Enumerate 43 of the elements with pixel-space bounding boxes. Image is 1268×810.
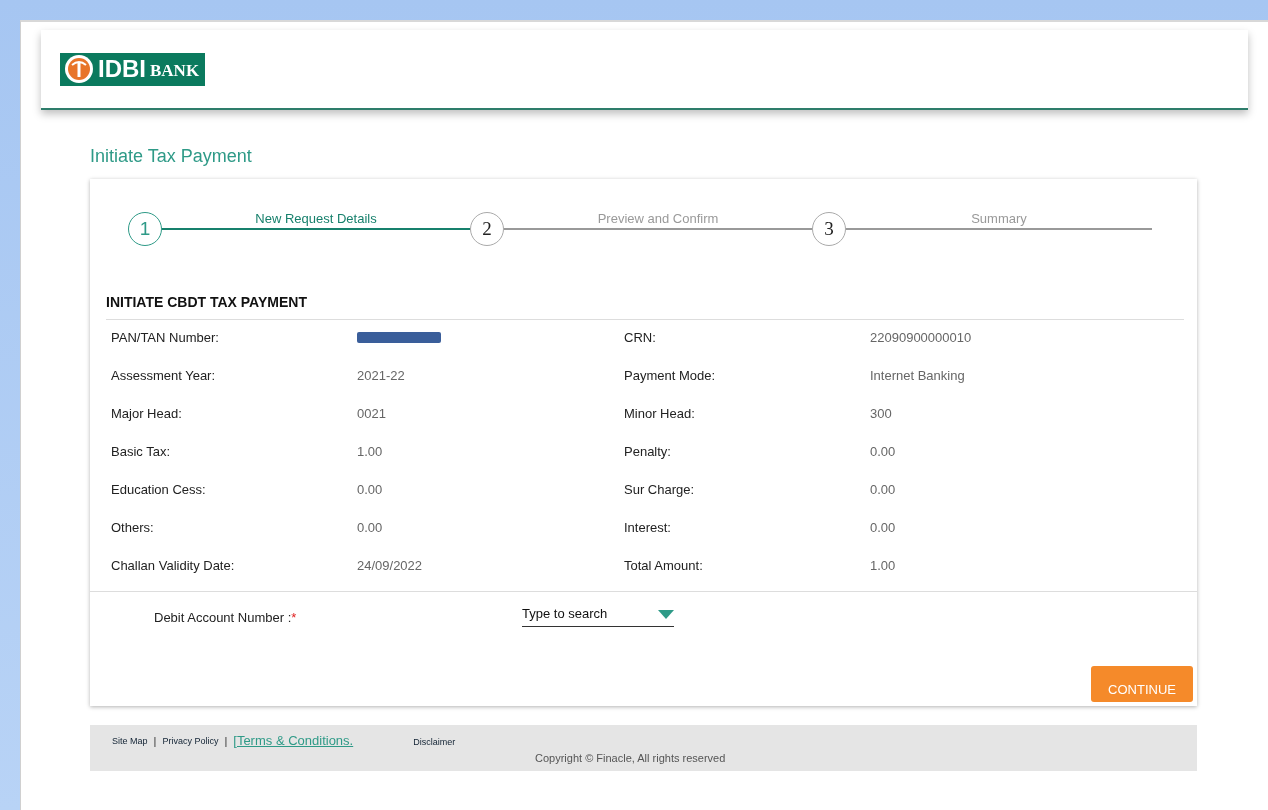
field-value: 1.00 <box>357 443 384 461</box>
logo-icon <box>64 54 94 84</box>
field-label: Education Cess: <box>111 481 207 499</box>
copyright-text: Copyright © Finacle, All rights reserved <box>535 752 727 764</box>
field-value: 0.00 <box>870 481 897 499</box>
field-label: Debit Account Number :* <box>154 610 298 627</box>
field-label: PAN/TAN Number: <box>111 329 220 347</box>
field-value: 0021 <box>357 405 387 423</box>
dropdown-caret-icon <box>658 610 674 619</box>
field-label: Challan Validity Date: <box>111 557 236 575</box>
field-label: Major Head: <box>111 405 183 423</box>
logo-text: IDBI <box>98 55 146 83</box>
field-label: Sur Charge: <box>624 481 696 499</box>
field-value: 22090900000010 <box>870 329 973 347</box>
step-label: Summary <box>970 211 1028 226</box>
field-label: Payment Mode: <box>624 367 717 385</box>
separator-text: | <box>153 734 157 747</box>
footer-link[interactable]: Site Map <box>112 735 148 746</box>
field-label: Penalty: <box>624 443 672 461</box>
footer-link[interactable]: Disclaimer <box>413 736 456 747</box>
field-value: 2021-22 <box>357 367 406 385</box>
field-value: 0.00 <box>357 481 384 499</box>
separator-text: | <box>224 734 228 747</box>
field-value: 0.00 <box>357 519 384 537</box>
field-label: Total Amount: <box>624 557 704 575</box>
step-label: Preview and Confirm <box>596 211 720 226</box>
section-title: INITIATE CBDT TAX PAYMENT <box>106 294 1184 320</box>
field-label: Minor Head: <box>624 405 696 423</box>
logo-text: BANK <box>150 61 200 81</box>
field-value: 0.00 <box>870 519 897 537</box>
field-label: Basic Tax: <box>111 443 171 461</box>
field-label: Assessment Year: <box>111 367 217 385</box>
field-value: 1.00 <box>870 557 897 575</box>
field-value: 0.00 <box>870 443 897 461</box>
page-title: Initiate Tax Payment <box>90 146 253 167</box>
field-value: 300 <box>870 405 893 423</box>
step-label: New Request Details <box>254 211 378 226</box>
field-label: Others: <box>111 519 155 537</box>
footer-link[interactable]: Privacy Policy <box>162 735 219 746</box>
field-label: CRN: <box>624 329 657 347</box>
field-value: Internet Banking <box>870 367 966 385</box>
field-value: 24/09/2022 <box>357 557 424 575</box>
field-label: Interest: <box>624 519 672 537</box>
